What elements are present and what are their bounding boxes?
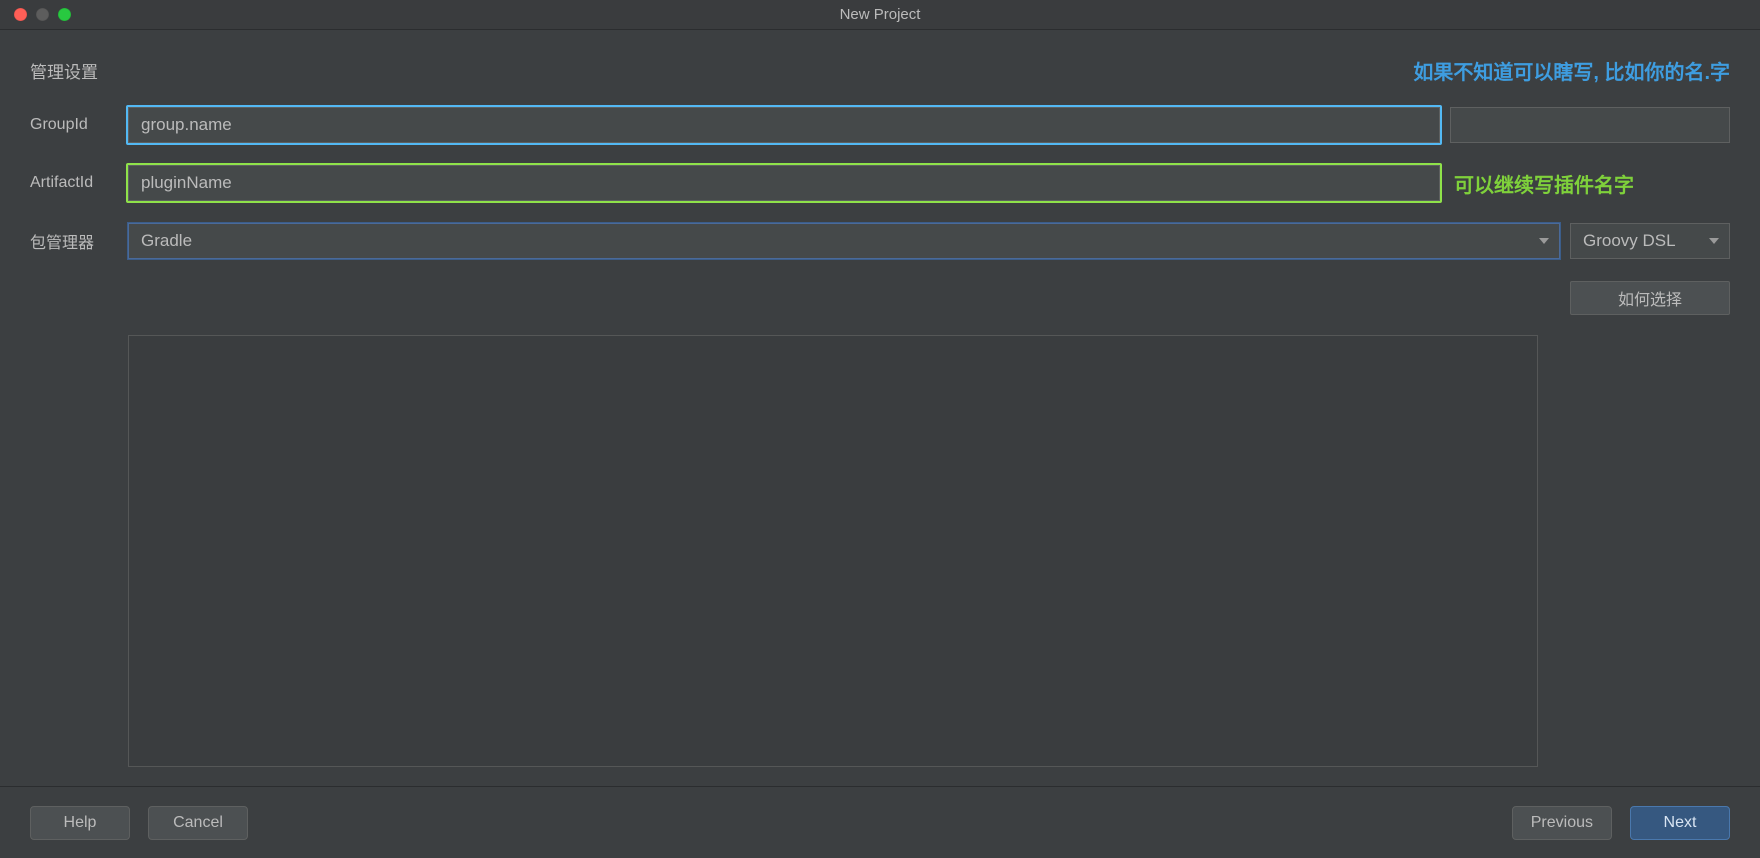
cancel-label: Cancel (173, 814, 223, 832)
section-header: 管理设置 如果不知道可以瞎写, 比如你的名.字 (30, 56, 1730, 85)
helper-row: 如何选择 (30, 281, 1730, 315)
dsl-dropdown-value: Groovy DSL (1583, 231, 1676, 251)
groupid-annotation: 如果不知道可以瞎写, 比如你的名.字 (1413, 56, 1730, 85)
how-to-choose-label: 如何选择 (1618, 286, 1682, 310)
next-button[interactable]: Next (1630, 806, 1730, 840)
groupid-label: GroupId (30, 116, 118, 134)
build-dropdown-value: Gradle (141, 231, 192, 251)
dsl-dropdown[interactable]: Groovy DSL (1570, 223, 1730, 259)
build-row: 包管理器 Gradle Groovy DSL (30, 223, 1730, 259)
close-icon[interactable] (14, 8, 27, 21)
new-project-window: New Project 管理设置 如果不知道可以瞎写, 比如你的名.字 Grou… (0, 0, 1760, 858)
window-title: New Project (0, 6, 1760, 23)
chevron-down-icon (1709, 238, 1719, 244)
artifactid-row: ArtifactId 可以继续写插件名字 (30, 165, 1730, 201)
help-label: Help (64, 814, 97, 832)
build-dropdown[interactable]: Gradle (128, 223, 1560, 259)
artifactid-input[interactable] (128, 165, 1440, 201)
groupid-trail-input[interactable] (1450, 107, 1730, 143)
next-label: Next (1664, 814, 1697, 832)
groupid-input-wrap (128, 107, 1440, 143)
chevron-down-icon (1539, 238, 1549, 244)
window-controls (0, 8, 71, 21)
previous-label: Previous (1531, 814, 1593, 832)
titlebar: New Project (0, 0, 1760, 30)
footer: Help Cancel Previous Next (0, 786, 1760, 858)
minimize-icon (36, 8, 49, 21)
artifactid-label: ArtifactId (30, 174, 118, 192)
groupid-input[interactable] (128, 107, 1440, 143)
artifactid-annotation: 可以继续写插件名字 (1450, 169, 1730, 198)
build-label: 包管理器 (30, 229, 118, 253)
cancel-button[interactable]: Cancel (148, 806, 248, 840)
previous-button[interactable]: Previous (1512, 806, 1612, 840)
content-area: 管理设置 如果不知道可以瞎写, 比如你的名.字 GroupId Artifact… (0, 30, 1760, 786)
zoom-icon[interactable] (58, 8, 71, 21)
description-box[interactable] (128, 335, 1538, 767)
how-to-choose-button[interactable]: 如何选择 (1570, 281, 1730, 315)
section-heading: 管理设置 (30, 58, 98, 83)
groupid-row: GroupId (30, 107, 1730, 143)
artifactid-input-wrap (128, 165, 1440, 201)
help-button[interactable]: Help (30, 806, 130, 840)
